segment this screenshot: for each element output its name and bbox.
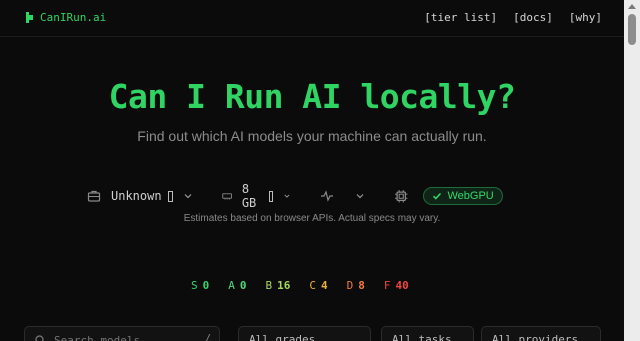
grade-count: 0 xyxy=(202,279,210,292)
grade-count: 16 xyxy=(277,279,291,292)
hardware-specs-row: Unknown 8 GB WebGPU xyxy=(87,182,503,210)
grade-count: 8 xyxy=(358,279,365,292)
grade-letter: D xyxy=(346,279,354,292)
webgpu-badge: WebGPU xyxy=(423,187,503,205)
grade-count: 40 xyxy=(395,279,409,292)
grade-count-b[interactable]: B 16 xyxy=(266,279,291,292)
webgpu-label: WebGPU xyxy=(447,190,494,202)
scroll-thumb[interactable] xyxy=(628,14,636,45)
memory-chip-icon xyxy=(221,193,232,200)
activity-pulse-icon xyxy=(321,190,334,202)
chevron-down-icon xyxy=(356,194,364,199)
grade-summary: S 0 A 0 B 16 C 4 D 8 F 40 xyxy=(191,279,428,292)
page-scrollbar[interactable] xyxy=(624,0,640,341)
grade-count-a[interactable]: A0 xyxy=(228,279,246,292)
page-title: Can I Run AI locally? xyxy=(108,77,516,116)
nav-docs-link[interactable]: [docs] xyxy=(513,11,553,24)
cpu-selector[interactable]: Unknown xyxy=(87,189,192,203)
search-icon xyxy=(35,334,44,341)
search-shortcut-hint: / xyxy=(204,333,211,341)
grade-filter-select[interactable]: All grades xyxy=(238,326,371,341)
grade-letter: C xyxy=(309,279,316,292)
task-filter-select[interactable]: All tasks xyxy=(381,326,474,341)
grade-count-f[interactable]: F 40 xyxy=(384,279,409,292)
terminal-cursor-icon xyxy=(26,12,33,23)
cpu-value: Unknown xyxy=(111,189,162,203)
cpu-chip-icon xyxy=(395,189,408,203)
brand-link[interactable]: CanIRun.ai xyxy=(26,11,106,24)
grade-count: 0 xyxy=(239,279,247,292)
page-subtitle: Find out which AI models your machine ca… xyxy=(137,128,487,144)
ram-selector[interactable]: 8 GB xyxy=(221,182,290,210)
gpu-selector[interactable] xyxy=(320,189,364,203)
grade-count-s[interactable]: S0 xyxy=(191,279,209,292)
nav-tier-list-link[interactable]: [tier list] xyxy=(424,11,497,24)
grade-count: 4 xyxy=(321,279,328,292)
checkmark-icon xyxy=(433,192,442,200)
grade-count-c[interactable]: C4 xyxy=(309,279,327,292)
scroll-up-arrow-icon[interactable] xyxy=(628,4,636,9)
chevron-down-icon xyxy=(284,194,290,198)
ram-value: 8 GB xyxy=(241,182,257,210)
grade-letter: S xyxy=(191,279,198,292)
brand-name: CanIRun.ai xyxy=(40,11,107,24)
briefcase-icon xyxy=(87,190,101,202)
grade-letter: B xyxy=(265,279,273,292)
search-input[interactable] xyxy=(54,333,194,341)
grade-count-d[interactable]: D8 xyxy=(347,279,365,292)
grade-letter: A xyxy=(228,279,235,292)
search-box[interactable]: / xyxy=(24,326,220,341)
edit-cursor-icon xyxy=(268,190,274,202)
grade-letter: F xyxy=(383,279,391,292)
chevron-down-icon xyxy=(184,194,192,199)
main-nav: [tier list] [docs] [why] xyxy=(424,11,602,24)
nav-why-link[interactable]: [why] xyxy=(569,11,602,24)
provider-filter-select[interactable]: All providers xyxy=(481,326,601,341)
top-bar: CanIRun.ai [tier list] [docs] [why] xyxy=(0,0,624,37)
edit-cursor-icon xyxy=(167,190,173,202)
specs-disclaimer: Estimates based on browser APIs. Actual … xyxy=(183,213,441,224)
